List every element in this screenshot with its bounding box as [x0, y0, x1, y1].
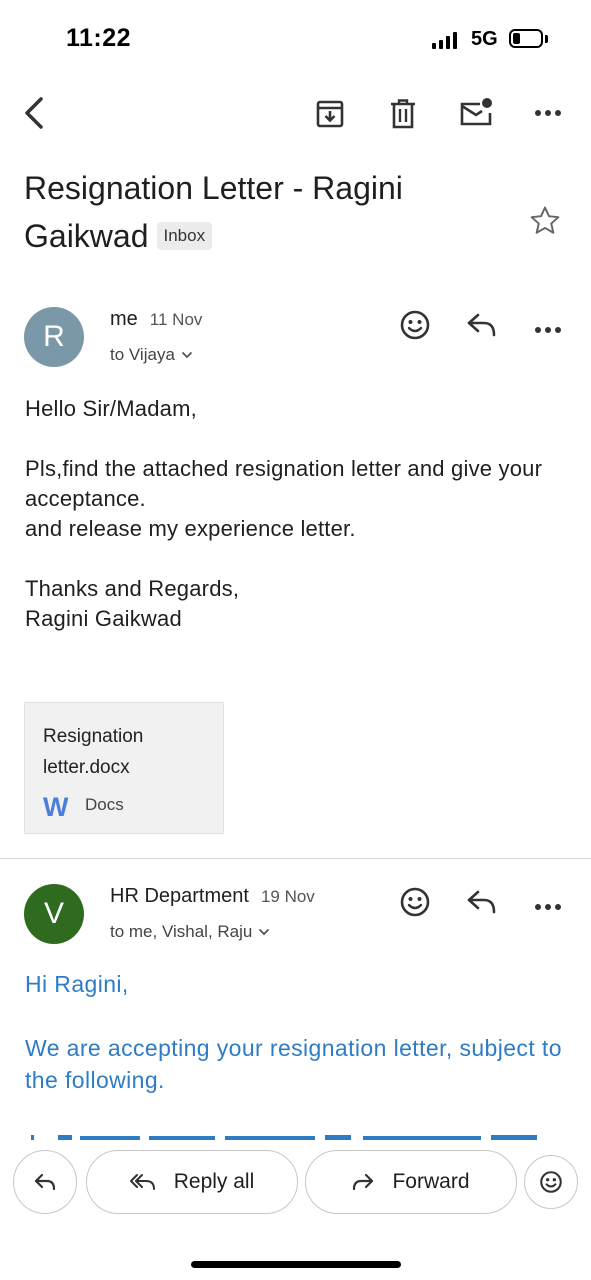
sender-name: me — [110, 308, 138, 330]
delete-button[interactable] — [383, 94, 423, 134]
body-line — [25, 544, 570, 574]
more-button[interactable] — [528, 93, 568, 133]
sender-name: HR Department — [110, 885, 249, 907]
reply-icon — [34, 1173, 56, 1191]
email-subject: Resignation Letter - Ragini Gaikwad Inbox — [24, 164, 494, 260]
trash-icon — [391, 99, 415, 129]
mail-unread-icon — [460, 98, 492, 126]
attachment-name: Resignation letter.docx — [43, 726, 144, 778]
attachment-card[interactable]: Resignation letter.docx W Docs — [24, 702, 224, 834]
archive-icon — [316, 100, 344, 128]
reply-icon — [467, 313, 496, 337]
emoji-reaction-button[interactable] — [399, 309, 431, 346]
subject-text: Resignation Letter - Ragini Gaikwad — [24, 170, 403, 254]
more-horizontal-icon — [535, 904, 561, 910]
smiley-icon — [540, 1171, 562, 1193]
clipped-text-line — [25, 1130, 570, 1140]
inbox-label-chip[interactable]: Inbox — [156, 221, 213, 250]
forward-icon — [353, 1173, 374, 1191]
reply-all-label: Reply all — [173, 1170, 255, 1193]
archive-button[interactable] — [310, 94, 350, 134]
recipients-toggle[interactable]: to me, Vishal, Raju — [110, 922, 270, 942]
forward-label: Forward — [392, 1170, 470, 1193]
body-line: Hello Sir/Madam, — [25, 396, 197, 421]
reply-all-icon — [129, 1174, 155, 1190]
body-line — [25, 1000, 570, 1032]
message-date: 19 Nov — [260, 887, 315, 906]
message-divider — [0, 858, 591, 859]
reply-button[interactable] — [466, 888, 498, 921]
message-date: 11 Nov — [149, 310, 203, 329]
more-horizontal-icon — [535, 110, 561, 116]
message-body: Hi Ragini, We are accepting your resigna… — [25, 968, 570, 1096]
reply-button[interactable] — [13, 1150, 77, 1214]
body-line: and release my experience letter. — [25, 516, 356, 541]
status-time: 11:22 — [66, 24, 132, 52]
home-indicator[interactable] — [191, 1261, 401, 1268]
chevron-left-icon — [25, 97, 43, 129]
reply-button[interactable] — [466, 311, 498, 344]
reply-icon — [467, 890, 496, 914]
star-button[interactable] — [528, 204, 562, 243]
attachment-type: Docs — [85, 795, 124, 814]
svg-text:W: W — [43, 792, 68, 821]
avatar[interactable]: V — [24, 884, 84, 944]
word-doc-icon: W — [42, 791, 69, 822]
message-more-button[interactable] — [534, 898, 562, 916]
recipients-text: to Vijaya — [110, 345, 175, 364]
recipients-text: to me, Vishal, Raju — [110, 922, 253, 941]
emoji-reaction-button[interactable] — [399, 886, 431, 923]
message-header: HR Department 19 Nov — [110, 885, 315, 908]
avatar[interactable]: R — [24, 307, 84, 367]
network-type: 5G — [471, 28, 498, 50]
more-horizontal-icon — [535, 327, 561, 333]
chevron-down-icon — [259, 928, 270, 936]
message-header: me 11 Nov — [110, 308, 202, 331]
body-line: Thanks and Regards, — [25, 576, 240, 601]
back-button[interactable] — [14, 93, 54, 133]
body-line: Pls,find the attached resignation letter… — [25, 456, 543, 511]
smiley-icon — [400, 310, 430, 340]
recipients-toggle[interactable]: to Vijaya — [110, 345, 193, 365]
emoji-reaction-button[interactable] — [524, 1155, 578, 1209]
body-line: Hi Ragini, — [25, 971, 129, 997]
chevron-down-icon — [181, 351, 193, 359]
smiley-icon — [400, 887, 430, 917]
forward-button[interactable]: Forward — [305, 1150, 517, 1214]
message-body: Hello Sir/Madam, Pls,find the attached r… — [25, 394, 570, 634]
body-line: We are accepting your resignation letter… — [25, 1035, 562, 1093]
body-line: Ragini Gaikwad — [25, 606, 182, 631]
signal-icon — [432, 32, 462, 49]
mark-unread-button[interactable] — [456, 93, 496, 133]
body-line — [25, 424, 570, 454]
star-icon — [530, 206, 560, 234]
battery-tip — [545, 35, 548, 43]
battery-icon — [509, 29, 543, 48]
reply-all-button[interactable]: Reply all — [86, 1150, 298, 1214]
message-more-button[interactable] — [534, 321, 562, 339]
